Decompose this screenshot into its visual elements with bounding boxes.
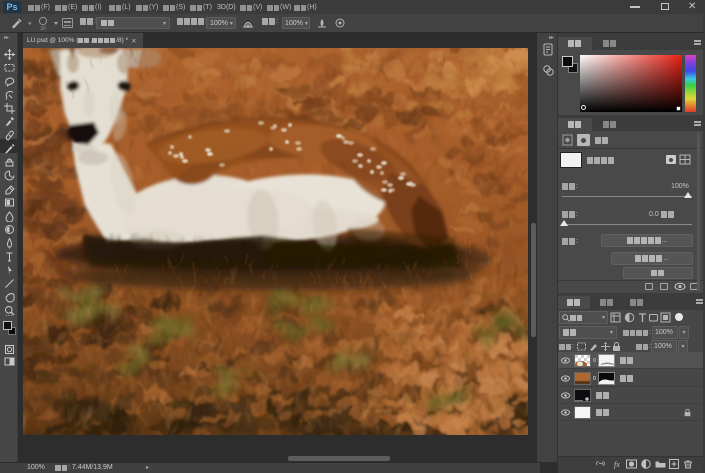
svg-text:fx: fx <box>614 460 620 469</box>
svg-text:30: 30 <box>40 26 46 32</box>
